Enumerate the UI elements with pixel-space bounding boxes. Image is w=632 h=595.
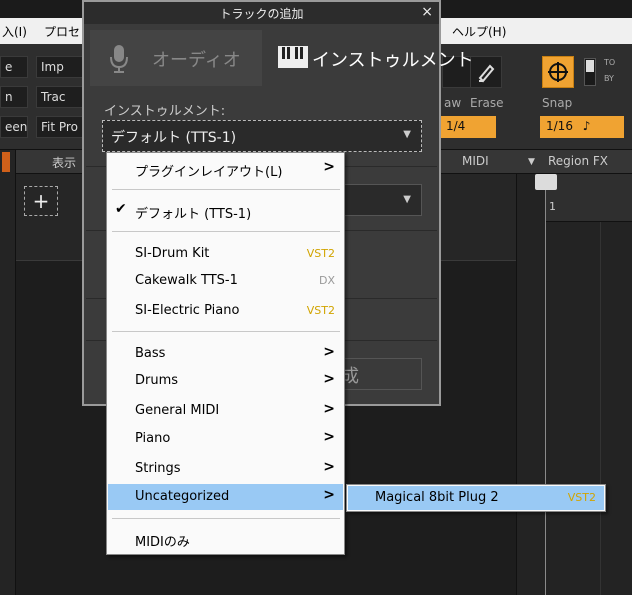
erase-tool-icon[interactable] bbox=[470, 56, 502, 88]
menu-item-magical-8bit-plug-2[interactable]: Magical 8bit Plug 2 VST2 bbox=[348, 486, 604, 510]
playhead-line bbox=[545, 190, 546, 595]
snap-to-by-switch[interactable] bbox=[584, 58, 596, 86]
chevron-right-icon: > bbox=[323, 487, 335, 503]
menu-item-label: プラグインレイアウト(L) bbox=[135, 165, 283, 180]
accent-tab bbox=[2, 152, 10, 172]
piano-icon bbox=[278, 46, 308, 68]
draw-tool-label: aw bbox=[444, 96, 462, 110]
checkmark-icon: ✔ bbox=[115, 201, 127, 217]
toolbar-button-screen[interactable]: een bbox=[0, 116, 28, 138]
snap-value-text: 1/16 bbox=[546, 119, 573, 133]
uncategorized-submenu: Magical 8bit Plug 2 VST2 bbox=[346, 484, 606, 512]
menu-item-label: Strings bbox=[135, 461, 181, 476]
menu-item-si-electric-piano[interactable]: SI-Electric Piano VST2 bbox=[108, 298, 343, 324]
menu-item-cakewalk-tts1[interactable]: Cakewalk TTS-1 DX bbox=[108, 268, 343, 294]
menu-help[interactable]: ヘルプ(H) bbox=[452, 23, 506, 40]
menu-item-label: Uncategorized bbox=[135, 489, 230, 504]
dialog-title: トラックの追加 bbox=[219, 7, 304, 21]
ruler-measure-number: 1 bbox=[549, 200, 556, 213]
snap-to-label: TO bbox=[604, 58, 616, 67]
toolbar-button-n[interactable]: n bbox=[0, 86, 28, 108]
menu-item-label: Bass bbox=[135, 346, 166, 361]
menu-item-plugin-layout[interactable]: プラグインレイアウト(L) > bbox=[108, 156, 343, 182]
display-menu[interactable]: 表示 bbox=[52, 154, 76, 171]
chevron-down-icon: ▼ bbox=[403, 194, 411, 205]
snap-value[interactable]: 1/16 ♪ bbox=[540, 116, 624, 138]
menu-item-label: Magical 8bit Plug 2 bbox=[375, 490, 499, 505]
quantize-value[interactable]: 1/4 bbox=[440, 116, 496, 138]
chevron-right-icon: > bbox=[323, 429, 335, 445]
tab-audio-label: オーディオ bbox=[152, 50, 241, 71]
tab-instrument-label: インストゥルメント bbox=[312, 50, 474, 71]
time-ruler[interactable] bbox=[546, 174, 632, 222]
menu-item-uncategorized[interactable]: Uncategorized > bbox=[108, 484, 343, 510]
toolbar-button-e[interactable]: e bbox=[0, 56, 28, 78]
menu-item-default[interactable]: ✔ デフォルト (TTS-1) bbox=[108, 198, 343, 224]
chevron-down-icon[interactable]: ▼ bbox=[528, 157, 535, 167]
menu-item-label: General MIDI bbox=[135, 403, 220, 418]
toolbar-button-fit-project[interactable]: Fit Pro bbox=[36, 116, 84, 138]
clips-pane bbox=[516, 174, 632, 595]
menu-item-general-midi[interactable]: General MIDI > bbox=[108, 398, 343, 424]
menu-item-label: Cakewalk TTS-1 bbox=[135, 273, 238, 288]
secondary-select[interactable]: ▼ bbox=[334, 184, 422, 216]
menu-item-bass[interactable]: Bass > bbox=[108, 341, 343, 367]
menu-item-label: Piano bbox=[135, 431, 171, 446]
format-tag: VST2 bbox=[306, 304, 335, 317]
tab-audio[interactable]: オーディオ bbox=[90, 30, 262, 86]
instrument-field-label: インストゥルメント: bbox=[104, 104, 226, 119]
menu-separator bbox=[112, 518, 340, 519]
menu-item-label: SI-Electric Piano bbox=[135, 303, 240, 318]
erase-tool-label: Erase bbox=[470, 96, 504, 110]
menu-insert[interactable]: 入(I) bbox=[2, 23, 27, 40]
menu-item-drums[interactable]: Drums > bbox=[108, 368, 343, 394]
toolbar-button-track[interactable]: Trac bbox=[36, 86, 84, 108]
menu-separator bbox=[112, 231, 340, 232]
format-tag: DX bbox=[318, 274, 335, 287]
instrument-select[interactable]: デフォルト (TTS-1) ▼ bbox=[102, 120, 422, 152]
menu-item-label: SI-Drum Kit bbox=[135, 246, 210, 261]
create-button[interactable]: 成 bbox=[334, 358, 422, 390]
menu-separator bbox=[112, 331, 340, 332]
snap-by-label: BY bbox=[604, 74, 614, 83]
close-icon[interactable]: × bbox=[421, 4, 433, 20]
left-strip bbox=[0, 150, 16, 595]
format-tag: VST2 bbox=[567, 491, 596, 504]
instrument-context-menu: プラグインレイアウト(L) > ✔ デフォルト (TTS-1) SI-Drum … bbox=[106, 152, 345, 555]
instrument-select-value: デフォルト (TTS-1) bbox=[111, 130, 237, 146]
chevron-right-icon: > bbox=[323, 459, 335, 475]
menu-item-strings[interactable]: Strings > bbox=[108, 456, 343, 482]
menu-item-label: デフォルト (TTS-1) bbox=[135, 207, 252, 222]
chevron-right-icon: > bbox=[323, 401, 335, 417]
chevron-right-icon: > bbox=[323, 371, 335, 387]
tab-bar: オーディオ インストゥルメント bbox=[84, 24, 474, 90]
menu-separator bbox=[112, 189, 340, 190]
chevron-right-icon: > bbox=[323, 344, 335, 360]
toolbar-button-import[interactable]: Imp bbox=[36, 56, 84, 78]
region-fx-menu[interactable]: Region FX bbox=[548, 154, 608, 168]
menu-item-midi-only[interactable]: MIDIのみ bbox=[108, 526, 343, 552]
menu-item-si-drum-kit[interactable]: SI-Drum Kit VST2 bbox=[108, 241, 343, 267]
menu-item-piano[interactable]: Piano > bbox=[108, 426, 343, 452]
tab-instrument[interactable]: インストゥルメント bbox=[262, 30, 474, 86]
menu-item-label: Drums bbox=[135, 373, 179, 388]
midi-menu[interactable]: MIDI bbox=[462, 154, 489, 168]
microphone-icon bbox=[110, 45, 128, 73]
chevron-right-icon: > bbox=[323, 159, 335, 175]
format-tag: VST2 bbox=[306, 247, 335, 260]
menu-process[interactable]: プロセ bbox=[44, 23, 80, 40]
playhead-handle[interactable] bbox=[535, 174, 557, 190]
add-track-button[interactable]: + bbox=[24, 186, 58, 216]
snap-label: Snap bbox=[542, 96, 573, 110]
grid-line bbox=[600, 222, 601, 595]
chevron-down-icon: ▼ bbox=[403, 129, 411, 140]
snap-toggle-icon[interactable] bbox=[542, 56, 574, 88]
dialog-titlebar[interactable]: トラックの追加 × bbox=[84, 2, 439, 24]
menu-item-label: MIDIのみ bbox=[135, 535, 190, 550]
note-icon: ♪ bbox=[582, 119, 591, 133]
